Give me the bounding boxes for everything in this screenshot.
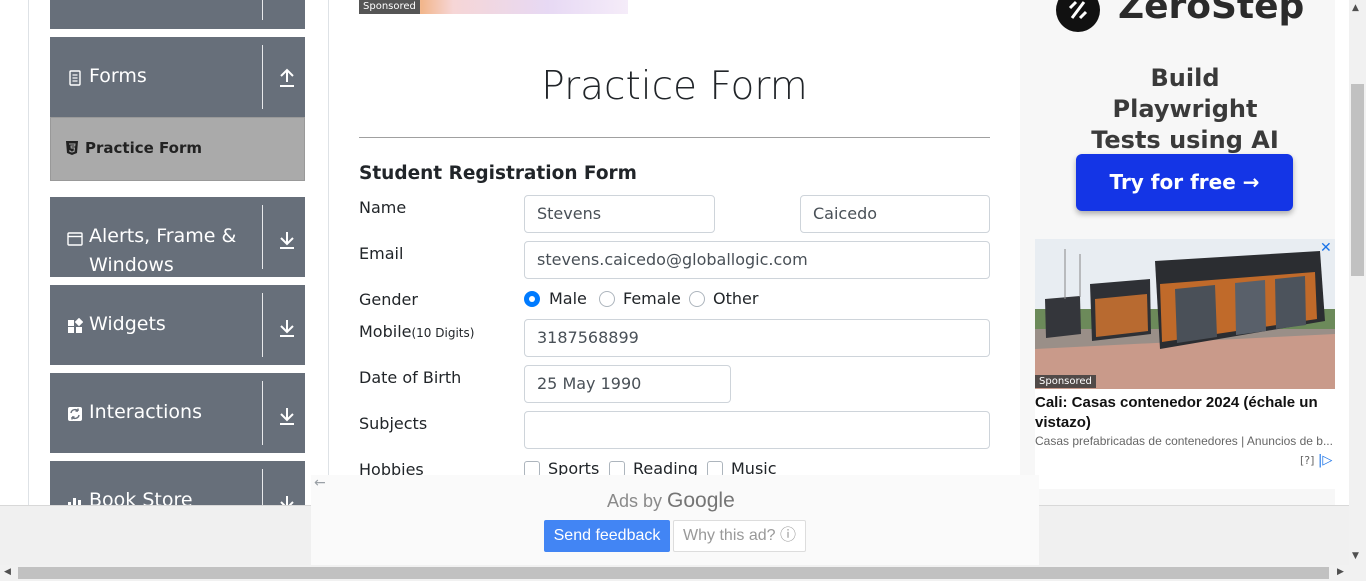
document-icon <box>69 70 81 86</box>
sidebar-group-forms[interactable]: Forms <box>50 37 305 117</box>
widgets-icon <box>68 318 83 333</box>
vertical-scroll-thumb[interactable] <box>1351 84 1364 276</box>
ad-brand: ZeroStep <box>1118 0 1305 27</box>
arrow-down-icon[interactable] <box>278 318 296 338</box>
back-arrow-icon[interactable]: ← <box>314 475 326 491</box>
subjects-input[interactable] <box>524 411 990 449</box>
sidebar-item-label: Practice Form <box>85 139 202 157</box>
why-this-ad-button[interactable]: Why this ad? ⓘ <box>673 520 806 552</box>
name-label: Name <box>359 198 407 217</box>
arrow-down-icon[interactable] <box>278 230 296 250</box>
sidebar-group-book-store[interactable]: Book Store <box>50 461 305 505</box>
gender-female-label[interactable]: Female <box>623 289 681 308</box>
scroll-up-icon[interactable]: ▲ <box>1352 3 1359 13</box>
email-label: Email <box>359 244 404 263</box>
sidebar-group-label: Forms <box>89 65 147 87</box>
zerostep-logo-icon <box>1056 0 1100 32</box>
page: Forms Practice Form Alerts, Frame & Wind… <box>0 0 1366 581</box>
ad-card-title[interactable]: Cali: Casas contenedor 2024 (échale un v… <box>1035 393 1331 433</box>
scroll-down-icon[interactable]: ▼ <box>1352 551 1359 561</box>
gender-female-radio[interactable] <box>599 291 615 307</box>
ad-close-icon[interactable]: ✕ <box>1320 240 1332 256</box>
arrow-up-icon[interactable] <box>278 68 296 88</box>
sidebar-divider <box>328 0 329 505</box>
try-for-free-button[interactable]: Try for free → <box>1076 154 1293 211</box>
dob-label: Date of Birth <box>359 368 462 387</box>
mobile-input[interactable]: 3187568899 <box>524 319 990 357</box>
form-subtitle: Student Registration Form <box>359 163 637 184</box>
scroll-right-icon[interactable]: ▶ <box>1337 567 1344 577</box>
group-separator <box>262 45 263 109</box>
scroll-left-icon[interactable]: ◀ <box>4 567 11 577</box>
hobby-music-checkbox[interactable] <box>707 461 723 475</box>
group-separator <box>262 381 263 445</box>
gender-label: Gender <box>359 290 418 309</box>
bar-chart-icon <box>68 498 81 505</box>
title-divider <box>359 137 990 138</box>
sidebar-group-alerts[interactable]: Alerts, Frame & Windows <box>50 197 305 277</box>
group-separator <box>262 469 263 505</box>
adchoices-icon[interactable]: |▷ <box>1318 453 1332 468</box>
ads-by-text: Ads by <box>607 491 663 511</box>
gender-other-radio[interactable] <box>689 291 705 307</box>
sponsored-label: Sponsored <box>359 0 420 14</box>
email-input[interactable]: stevens.caicedo@globallogic.com <box>524 241 990 279</box>
page-title: Practice Form <box>541 64 808 109</box>
sidebar-group-label: Alerts, Frame & <box>89 225 237 247</box>
html5-icon <box>66 141 78 155</box>
sidebar-group-elements[interactable] <box>50 0 305 29</box>
gender-male-label[interactable]: Male <box>549 289 587 308</box>
hobby-reading-label[interactable]: Reading <box>633 459 698 475</box>
gender-other-label[interactable]: Other <box>713 289 758 308</box>
container-house-image[interactable] <box>1035 239 1335 389</box>
sidebar-border <box>28 0 29 505</box>
group-separator <box>262 205 263 269</box>
sidebar-item-practice-form[interactable]: Practice Form <box>50 117 305 181</box>
ad-headline: Build Playwright Tests using AI <box>1091 64 1279 154</box>
sidebar-group-label: Book Store <box>89 489 193 505</box>
hobbies-group: Sports Reading Music <box>520 455 1000 475</box>
arrow-down-icon[interactable] <box>278 406 296 426</box>
send-feedback-button[interactable]: Send feedback <box>544 520 670 552</box>
sidebar-group-label: Widgets <box>89 313 166 335</box>
google-wordmark: Google <box>667 489 735 512</box>
hobby-sports-checkbox[interactable] <box>524 461 540 475</box>
ads-by-google: Ads by Google <box>607 489 735 513</box>
sidebar-group-interactions[interactable]: Interactions <box>50 373 305 453</box>
mobile-label: Mobile(10 Digits) <box>359 322 474 341</box>
hobby-music-label[interactable]: Music <box>731 459 777 475</box>
ad-sponsored-label: Sponsored <box>1035 375 1096 388</box>
ad-card-description[interactable]: Casas prefabricadas de contenedores | An… <box>1035 434 1335 448</box>
dob-input[interactable]: 25 May 1990 <box>524 365 731 403</box>
sidebar-group-label: Interactions <box>89 401 202 423</box>
hobby-sports-label[interactable]: Sports <box>548 459 599 475</box>
horizontal-scroll-thumb[interactable] <box>18 567 1329 579</box>
sidebar-group-widgets[interactable]: Widgets <box>50 285 305 365</box>
arrow-down-icon[interactable] <box>278 494 296 505</box>
hobbies-label: Hobbies <box>359 460 424 475</box>
gender-male-radio[interactable] <box>524 291 540 307</box>
ad-info-link[interactable]: [?] <box>1300 454 1314 467</box>
last-name-input[interactable]: Caicedo <box>800 195 990 233</box>
subjects-label: Subjects <box>359 414 428 433</box>
mobile-label-text: Mobile <box>359 322 412 341</box>
first-name-input[interactable]: Stevens <box>524 195 715 233</box>
group-separator <box>262 293 263 357</box>
mobile-hint: (10 Digits) <box>411 326 475 340</box>
window-icon <box>67 232 83 246</box>
sidebar-group-label-line2: Windows <box>89 254 174 276</box>
group-separator <box>262 0 263 20</box>
hobby-reading-checkbox[interactable] <box>609 461 625 475</box>
interactions-icon <box>68 407 82 421</box>
